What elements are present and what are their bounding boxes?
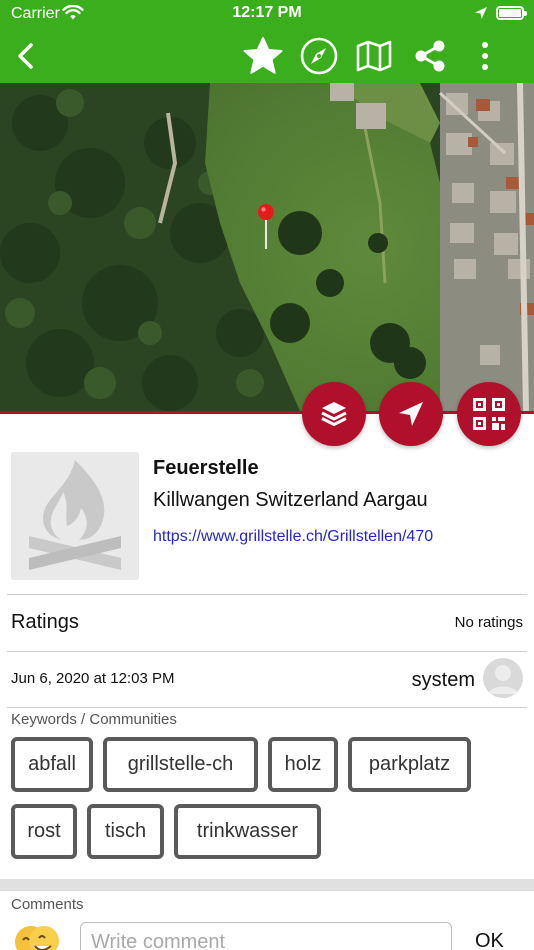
divider xyxy=(7,651,527,652)
created-date: Jun 6, 2020 at 12:03 PM xyxy=(11,670,175,687)
status-bar: Carrier 12:17 PM xyxy=(0,0,534,28)
divider xyxy=(7,594,527,595)
map-pin-icon[interactable] xyxy=(257,203,275,254)
qr-code-button[interactable] xyxy=(457,382,521,446)
keyword-tag[interactable]: rost xyxy=(11,804,77,859)
emoji-icon[interactable] xyxy=(11,920,61,950)
navigate-icon xyxy=(399,402,423,426)
more-button[interactable] xyxy=(463,34,507,78)
place-url-link[interactable]: https://www.grillstelle.ch/Grillstellen/… xyxy=(153,528,433,546)
ratings-label[interactable]: Ratings xyxy=(11,611,79,634)
battery-icon xyxy=(496,6,527,20)
map-divider xyxy=(0,411,534,414)
place-location: Killwangen Switzerland Aargau xyxy=(153,489,428,511)
map-button[interactable] xyxy=(352,34,396,78)
favorite-button[interactable] xyxy=(241,34,285,78)
author-name[interactable]: system xyxy=(412,669,475,692)
section-separator xyxy=(0,879,534,891)
ok-button[interactable]: OK xyxy=(475,930,504,950)
map-icon xyxy=(356,40,392,72)
battery-level xyxy=(499,9,521,17)
place-title: Feuerstelle xyxy=(153,457,259,479)
layers-button[interactable] xyxy=(302,382,366,446)
keyword-tag[interactable]: abfall xyxy=(11,737,93,792)
back-button[interactable] xyxy=(4,34,48,78)
app-header: Carrier 12:17 PM xyxy=(0,0,534,83)
keyword-tag[interactable]: parkplatz xyxy=(348,737,471,792)
qr-code-icon xyxy=(473,398,505,430)
status-time: 12:17 PM xyxy=(232,4,302,21)
more-vertical-icon xyxy=(482,42,488,70)
keyword-tag[interactable]: tisch xyxy=(87,804,164,859)
nav-bar xyxy=(0,28,534,83)
keywords-label: Keywords / Communities xyxy=(11,711,177,728)
campfire-icon xyxy=(29,460,121,570)
share-button[interactable] xyxy=(408,34,452,78)
ratings-value: No ratings xyxy=(454,614,523,631)
keyword-tag[interactable]: trinkwasser xyxy=(174,804,321,859)
comment-input[interactable] xyxy=(80,922,452,950)
divider xyxy=(7,707,527,708)
place-thumbnail[interactable] xyxy=(11,452,139,580)
chevron-left-icon xyxy=(18,43,33,69)
compass-icon xyxy=(300,37,338,75)
avatar[interactable] xyxy=(483,658,523,698)
keyword-tag[interactable]: grillstelle-ch xyxy=(103,737,258,792)
share-icon xyxy=(415,40,445,72)
navigate-button[interactable] xyxy=(379,382,443,446)
comments-label: Comments xyxy=(11,896,84,913)
location-arrow-icon xyxy=(474,6,488,25)
star-icon xyxy=(243,37,283,74)
keyword-tag[interactable]: holz xyxy=(268,737,338,792)
compass-button[interactable] xyxy=(297,34,341,78)
user-icon xyxy=(488,665,518,694)
map-view[interactable] xyxy=(0,83,534,411)
layers-icon xyxy=(321,402,347,426)
